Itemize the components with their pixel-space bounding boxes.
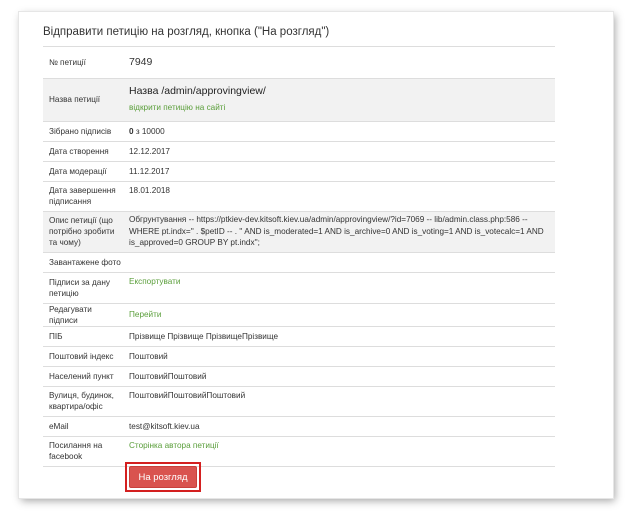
row-photo: Завантажене фото [43, 252, 555, 273]
export-signatures-link[interactable]: Експортувати [129, 277, 180, 286]
row-moderated: Дата модерації 11.12.2017 [43, 161, 555, 182]
value-email: test@kitsoft.kiev.ua [125, 416, 555, 437]
label-number: № петиції [43, 47, 125, 79]
label-edit-signatures: Редагувати підписи [43, 303, 125, 327]
row-facebook: Посилання на facebook Сторінка автора пе… [43, 436, 555, 467]
value-full-name: Прізвище Прізвище ПрізвищеПрізвище [125, 326, 555, 347]
row-full-name: ПІБ Прізвище Прізвище ПрізвищеПрізвище [43, 326, 555, 347]
petition-details-table: № петиції 7949 Назва петиції Назва /admi… [43, 47, 555, 467]
label-signatures: Зібрано підписів [43, 121, 125, 142]
row-petition-signatures: Підписи за дану петицію Експортувати [43, 272, 555, 304]
go-to-signatures-link[interactable]: Перейти [129, 310, 161, 319]
value-signing-end: 18.01.2018 [125, 181, 555, 212]
row-signing-end: Дата завершення підписання 18.01.2018 [43, 181, 555, 212]
row-signatures: Зібрано підписів 0 з 10000 [43, 121, 555, 142]
label-petition-signatures: Підписи за дану петицію [43, 272, 125, 304]
value-moderated: 11.12.2017 [125, 161, 555, 182]
value-description: Обгрунтування -- https://ptkiev-dev.kits… [125, 211, 555, 253]
author-page-link[interactable]: Сторінка автора петиції [129, 441, 219, 450]
label-email: eMail [43, 416, 125, 437]
row-locality: Населений пункт ПоштовийПоштовий [43, 366, 555, 387]
submit-button-highlight: На розгляд [125, 462, 201, 492]
label-full-name: ПІБ [43, 326, 125, 347]
row-description: Опис петиції (що потрібно зробити та чом… [43, 211, 555, 253]
label-locality: Населений пункт [43, 366, 125, 387]
value-number: 7949 [125, 47, 555, 79]
screenshot-frame: Відправити петицію на розгляд, кнопка ("… [19, 12, 613, 498]
label-facebook: Посилання на facebook [43, 436, 125, 467]
signatures-goal: з 10000 [133, 126, 165, 136]
row-email: eMail test@kitsoft.kiev.ua [43, 416, 555, 437]
submit-for-review-button[interactable]: На розгляд [129, 466, 197, 488]
value-name: Назва /admin/approvingview/ [129, 85, 266, 97]
label-description: Опис петиції (що потрібно зробити та чом… [43, 211, 125, 253]
open-petition-link[interactable]: відкрити петицію на сайті [129, 103, 225, 112]
row-street: Вулиця, будинок, квартира/офіс ПоштовийП… [43, 386, 555, 417]
label-created: Дата створення [43, 141, 125, 162]
value-edit-signatures-cell: Перейти [125, 303, 555, 327]
page-title: Відправити петицію на розгляд, кнопка ("… [43, 12, 555, 47]
row-edit-signatures: Редагувати підписи Перейти [43, 303, 555, 327]
value-signatures: 0 з 10000 [125, 121, 555, 142]
value-name-cell: Назва /admin/approvingview/ відкрити пет… [125, 78, 555, 122]
label-signing-end: Дата завершення підписання [43, 181, 125, 212]
value-postal-code: Поштовий [125, 346, 555, 367]
label-postal-code: Поштовий індекс [43, 346, 125, 367]
row-postal-code: Поштовий індекс Поштовий [43, 346, 555, 367]
row-created: Дата створення 12.12.2017 [43, 141, 555, 162]
value-locality: ПоштовийПоштовий [125, 366, 555, 387]
value-created: 12.12.2017 [125, 141, 555, 162]
label-photo: Завантажене фото [43, 252, 125, 273]
label-moderated: Дата модерації [43, 161, 125, 182]
label-name: Назва петиції [43, 78, 125, 122]
label-street: Вулиця, будинок, квартира/офіс [43, 386, 125, 417]
row-number: № петиції 7949 [43, 47, 555, 79]
value-petition-signatures-cell: Експортувати [125, 272, 555, 304]
value-street: ПоштовийПоштовийПоштовий [125, 386, 555, 417]
value-photo [125, 252, 555, 273]
petition-details-panel: Відправити петицію на розгляд, кнопка ("… [43, 12, 555, 467]
row-name: Назва петиції Назва /admin/approvingview… [43, 78, 555, 122]
